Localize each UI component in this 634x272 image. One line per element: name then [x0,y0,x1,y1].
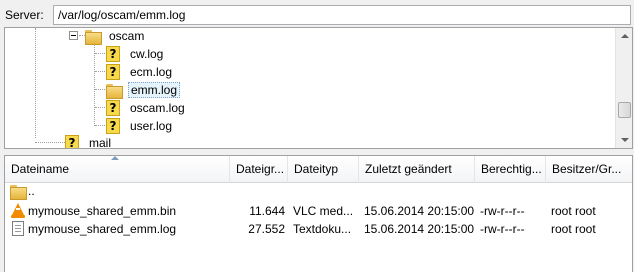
file-owner: root root [551,222,596,236]
folder-icon [85,29,102,45]
file-permissions: -rw-r--r-- [480,222,525,236]
file-name: .. [28,184,35,198]
folder-icon [10,185,27,200]
remote-path-bar: Server: /var/log/oscam/emm.log [0,0,634,30]
unknown-file-icon: ? [65,135,79,148]
tree-item-label: mail [89,136,112,149]
vlc-icon [11,203,25,218]
file-type: Textdoku... [293,222,352,236]
folder-icon [106,83,123,99]
collapse-toggle-icon[interactable] [69,31,78,40]
column-header-size[interactable]: Dateigr... [230,156,288,183]
file-modified: 15.06.2014 20:15:00 [364,204,474,218]
tree-item-user-log[interactable]: ? user.log [106,117,174,135]
unknown-file-icon: ? [106,46,120,62]
tree-item-label: user.log [130,119,173,133]
column-header-label: Besitzer/Gr... [552,162,622,176]
tree-item-mail[interactable]: ? mail [65,134,113,149]
file-size: 27.552 [248,222,285,236]
file-list-header: Dateiname Dateigr... Dateityp Zuletzt ge… [5,156,632,183]
tree-connector [35,142,65,143]
tree-item-emm-log[interactable]: emm.log [106,81,181,99]
column-header-label: Zuletzt geändert [365,162,452,176]
remote-directory-tree[interactable]: oscam ? cw.log ? ecm.log emm.log ? oscam… [4,27,633,149]
chevron-up-icon [621,34,629,38]
file-row[interactable]: mymouse_shared_emm.bin 11.644 VLC med...… [5,202,632,220]
tree-item-ecm-log[interactable]: ? ecm.log [106,63,174,81]
column-header-permissions[interactable]: Berechtig... [475,156,546,183]
unknown-file-icon: ? [106,118,120,134]
unknown-file-icon: ? [106,64,120,80]
remote-path-value: /var/log/oscam/emm.log [58,8,186,22]
column-header-owner[interactable]: Besitzer/Gr... [546,156,632,183]
remote-path-label: Server: [5,8,44,22]
remote-file-list[interactable]: Dateiname Dateigr... Dateityp Zuletzt ge… [4,155,633,272]
tree-folder-label: oscam [109,29,145,43]
tree-item-label: cw.log [130,47,164,61]
file-modified: 15.06.2014 20:15:00 [364,222,474,236]
scroll-up-button[interactable] [616,28,632,45]
file-row-parent[interactable]: .. [5,182,632,200]
column-header-modified[interactable]: Zuletzt geändert [359,156,475,183]
tree-item-label-selected: emm.log [128,82,181,98]
tree-folder-oscam[interactable]: oscam [85,28,146,45]
remote-path-input[interactable]: /var/log/oscam/emm.log [53,5,631,25]
column-header-type[interactable]: Dateityp [288,156,359,183]
sort-ascending-icon [111,156,119,160]
column-header-label: Dateigr... [236,162,285,176]
tree-item-label: oscam.log [130,101,185,115]
file-name: mymouse_shared_emm.bin [28,204,177,218]
column-header-filename[interactable]: Dateiname [5,156,230,183]
tree-item-label: ecm.log [130,65,173,79]
file-type: VLC med... [293,204,354,218]
tree-vertical-scrollbar[interactable] [615,28,632,148]
unknown-file-icon: ? [106,100,120,116]
text-document-icon [12,221,24,236]
file-row[interactable]: mymouse_shared_emm.log 27.552 Textdoku..… [5,220,632,238]
tree-item-cw-log[interactable]: ? cw.log [106,45,165,63]
chevron-down-icon [621,138,629,142]
scroll-thumb[interactable] [618,102,631,118]
tree-connector [35,28,36,138]
file-name: mymouse_shared_emm.log [28,222,177,236]
scroll-down-button[interactable] [616,131,632,148]
tree-item-oscam-log[interactable]: ? oscam.log [106,99,187,117]
file-owner: root root [551,204,596,218]
file-permissions: -rw-r--r-- [480,204,525,218]
tree-connector [94,44,95,126]
column-header-label: Dateiname [11,162,70,176]
file-size: 11.644 [249,204,285,218]
column-header-label: Berechtig... [481,162,542,176]
column-header-label: Dateityp [294,162,339,176]
